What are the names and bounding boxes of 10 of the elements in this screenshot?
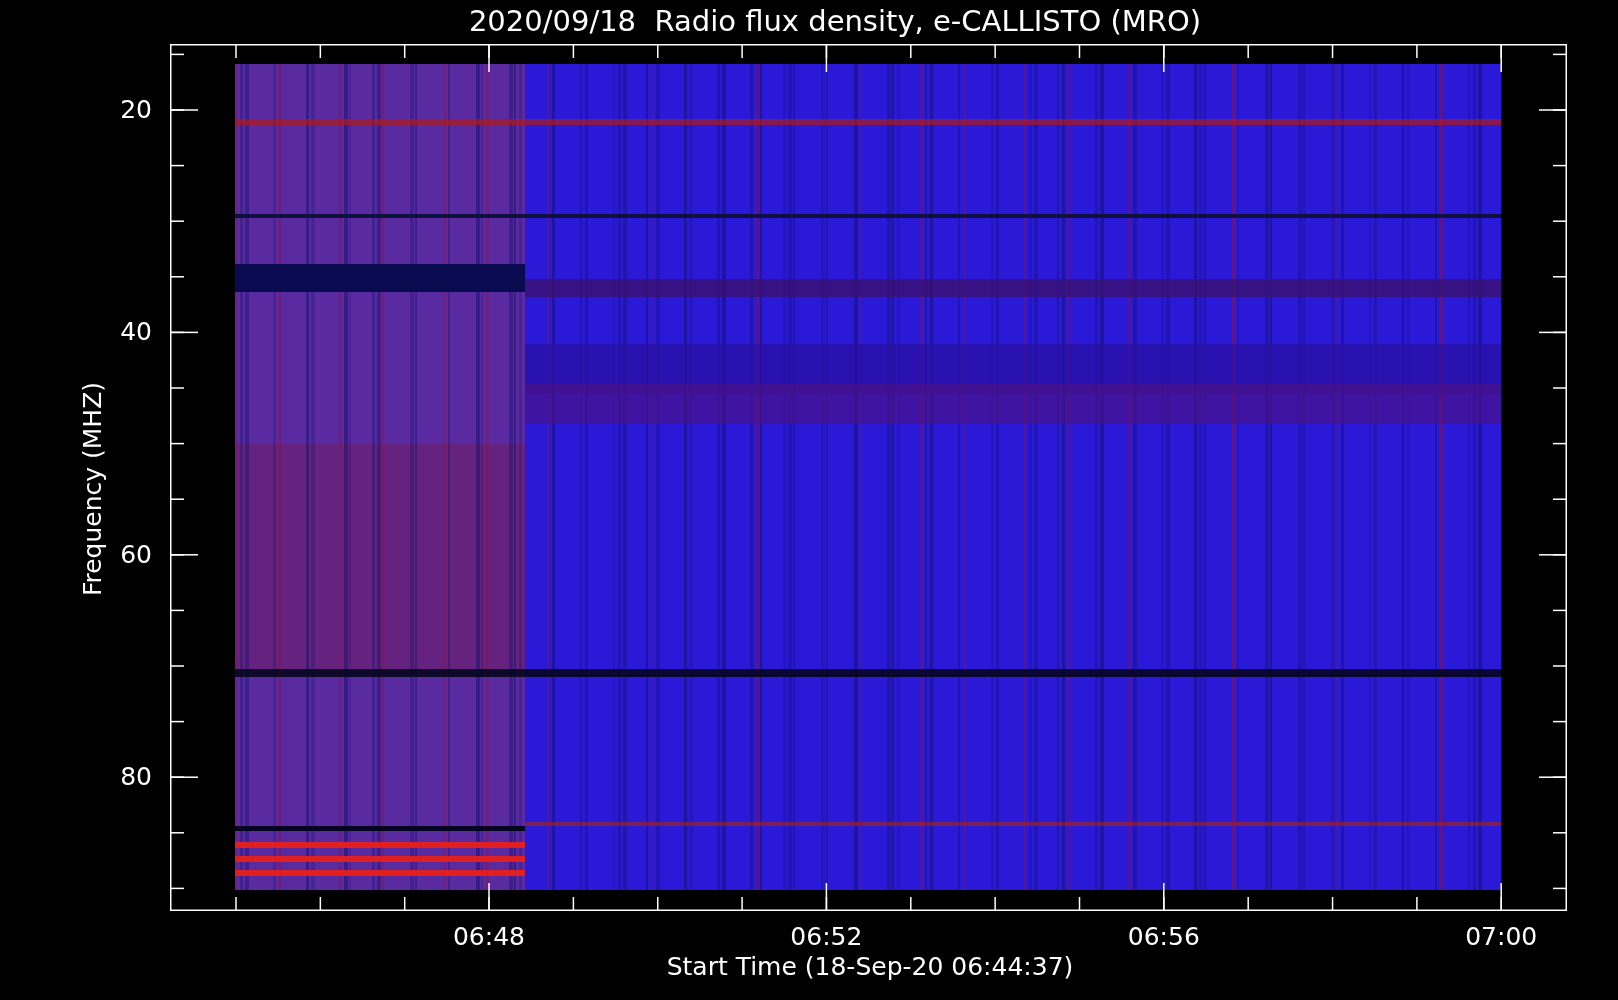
y-tick-label: 80: [119, 761, 152, 794]
y-axis-label: Frequency (MHZ): [78, 381, 108, 597]
x-tick-label: 06:52: [789, 922, 864, 952]
x-tick-label: 06:56: [1126, 922, 1201, 952]
x-tick-label: 06:48: [451, 922, 526, 952]
y-tick-label: 40: [119, 316, 152, 349]
x-axis-label: Start Time (18-Sep-20 06:44:37): [665, 952, 1075, 982]
y-tick-label: 20: [119, 94, 152, 126]
x-tick-label: 07:00: [1464, 922, 1539, 952]
chart-title: 2020/09/18 Radio flux density, e-CALLISTO (MRO): [467, 3, 1203, 40]
